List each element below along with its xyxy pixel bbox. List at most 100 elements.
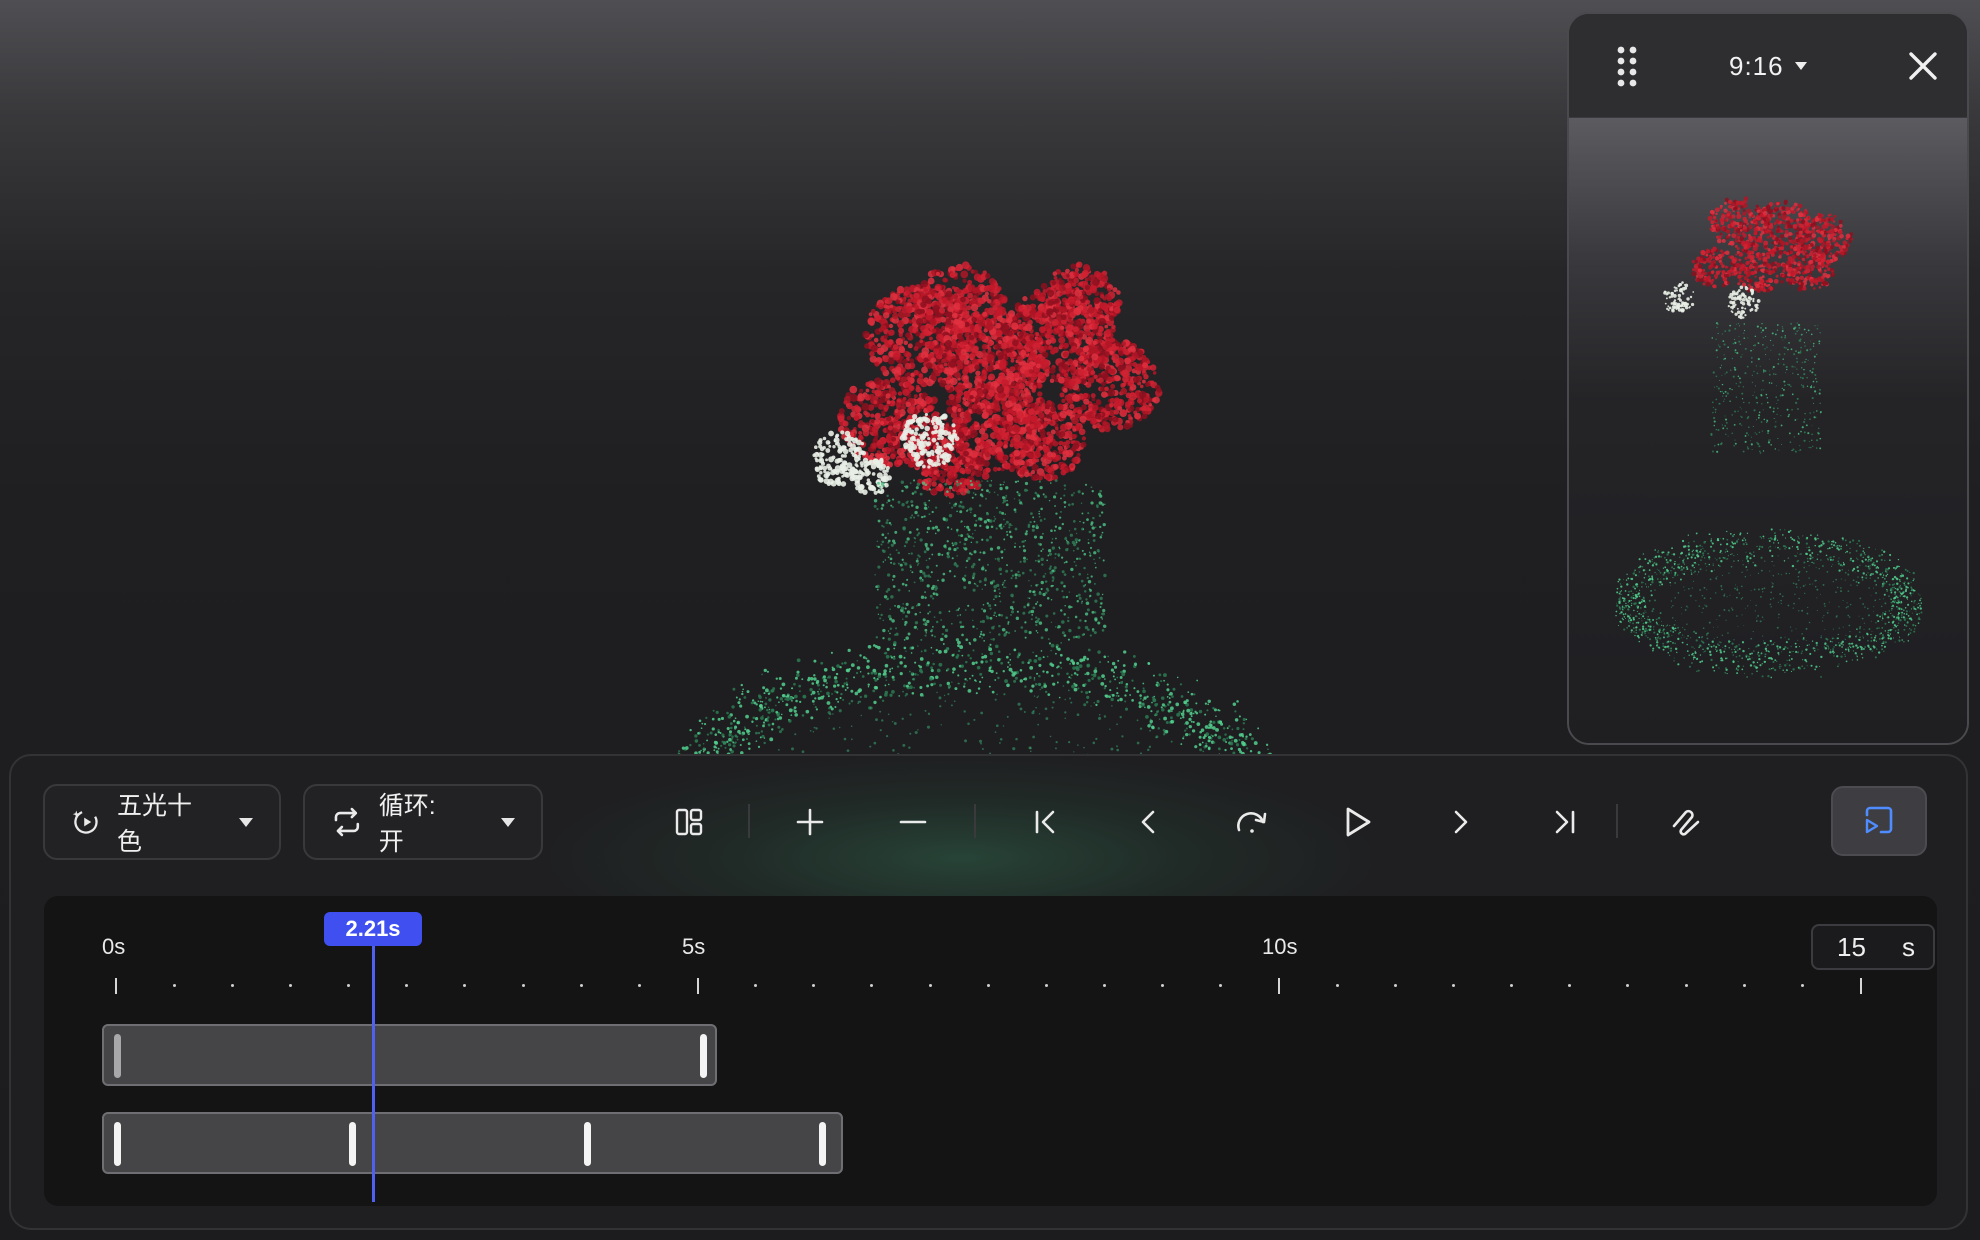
- point: [928, 336, 933, 341]
- point: [1074, 538, 1078, 542]
- point: [934, 585, 938, 589]
- point: [1011, 607, 1014, 610]
- point: [1050, 584, 1053, 588]
- point: [819, 477, 824, 482]
- point: [875, 462, 882, 469]
- point: [973, 550, 977, 554]
- point: [1083, 398, 1090, 405]
- point: [842, 448, 849, 455]
- point: [1050, 374, 1056, 380]
- point: [935, 620, 939, 624]
- point: [970, 429, 978, 438]
- point: [1078, 355, 1085, 362]
- point: [1026, 452, 1031, 457]
- point: [1142, 682, 1145, 685]
- point: [998, 361, 1007, 369]
- point: [1004, 523, 1007, 526]
- point: [1144, 381, 1151, 388]
- point: [1029, 402, 1036, 408]
- point: [935, 442, 939, 446]
- point: [1014, 576, 1018, 580]
- point: [1060, 581, 1064, 585]
- point: [978, 358, 983, 363]
- point: [974, 493, 977, 496]
- point: [944, 628, 949, 632]
- point: [1017, 396, 1023, 402]
- point: [822, 436, 827, 441]
- point: [1014, 542, 1017, 545]
- point: [1141, 354, 1147, 360]
- point: [793, 682, 796, 686]
- point: [1034, 450, 1041, 457]
- point: [1061, 570, 1065, 574]
- point: [969, 511, 972, 514]
- point: [998, 510, 1002, 514]
- point: [948, 502, 951, 504]
- point: [867, 317, 876, 326]
- point: [1003, 462, 1011, 470]
- point: [887, 483, 890, 485]
- point: [945, 290, 953, 298]
- point: [937, 579, 939, 582]
- point: [899, 452, 906, 459]
- point: [950, 266, 956, 271]
- point: [928, 480, 931, 482]
- point: [937, 462, 941, 466]
- point: [906, 537, 910, 541]
- point: [1061, 590, 1064, 593]
- point: [957, 534, 960, 537]
- point: [951, 312, 958, 319]
- point: [1075, 350, 1080, 355]
- point: [1039, 604, 1042, 607]
- point: [973, 638, 977, 642]
- point: [1037, 494, 1040, 498]
- point: [973, 421, 978, 426]
- point: [978, 580, 982, 583]
- point: [859, 388, 864, 393]
- point: [1081, 436, 1087, 441]
- point: [982, 609, 987, 613]
- point: [896, 604, 901, 609]
- point: [913, 394, 918, 399]
- point: [932, 526, 935, 530]
- point: [913, 346, 919, 351]
- point: [959, 482, 962, 485]
- point: [978, 483, 982, 487]
- point: [862, 489, 868, 495]
- point: [998, 588, 1000, 591]
- point: [1093, 374, 1098, 379]
- point: [910, 500, 914, 504]
- point: [879, 617, 882, 620]
- point: [956, 333, 963, 340]
- point: [1088, 530, 1092, 534]
- point: [1005, 569, 1009, 573]
- point: [1029, 665, 1034, 670]
- point: [1100, 511, 1104, 514]
- point: [910, 504, 914, 507]
- point: [1063, 634, 1067, 637]
- point: [1063, 342, 1070, 349]
- point: [874, 377, 882, 385]
- point: [1038, 326, 1046, 334]
- point: [971, 496, 974, 499]
- point: [1089, 346, 1098, 355]
- point: [1081, 492, 1084, 495]
- point: [907, 443, 911, 448]
- point: [993, 515, 996, 518]
- point: [1127, 347, 1133, 352]
- point: [1023, 387, 1029, 393]
- point: [994, 595, 998, 599]
- point: [957, 640, 961, 645]
- point: [751, 699, 755, 702]
- point: [1076, 547, 1080, 550]
- point: [964, 537, 968, 542]
- point: [962, 327, 968, 333]
- point: [751, 720, 754, 723]
- point: [820, 461, 825, 466]
- point: [901, 582, 905, 586]
- point: [1051, 413, 1059, 420]
- point: [1098, 501, 1103, 505]
- point: [965, 509, 968, 512]
- point: [982, 388, 989, 395]
- point: [984, 584, 987, 586]
